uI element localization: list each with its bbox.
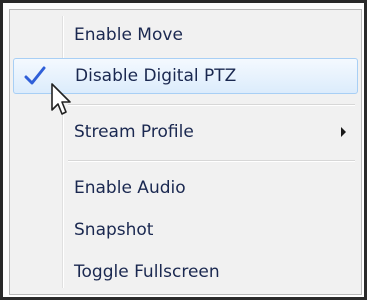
- menu-item-snapshot[interactable]: Snapshot: [13, 212, 358, 248]
- context-menu: Enable Move Disable Digital PTZ Stream P…: [9, 9, 362, 295]
- menu-item-stream-profile[interactable]: Stream Profile: [13, 114, 358, 150]
- menu-item-label: Snapshot: [74, 220, 154, 240]
- submenu-arrow-icon: [341, 127, 346, 137]
- menu-item-enable-audio[interactable]: Enable Audio: [13, 170, 358, 206]
- screenshot-frame: Enable Move Disable Digital PTZ Stream P…: [0, 0, 367, 300]
- menu-item-label: Stream Profile: [74, 122, 194, 142]
- check-icon: [24, 66, 46, 85]
- menu-item-enable-move[interactable]: Enable Move: [13, 17, 358, 53]
- menu-item-label: Enable Move: [74, 25, 183, 45]
- mouse-pointer-icon: [51, 83, 71, 115]
- menu-separator: [68, 104, 355, 106]
- menu-item-label: Toggle Fullscreen: [74, 262, 220, 282]
- menu-item-toggle-fullscreen[interactable]: Toggle Fullscreen: [13, 254, 358, 290]
- menu-separator: [68, 160, 355, 162]
- menu-item-label: Disable Digital PTZ: [75, 66, 237, 86]
- menu-item-label: Enable Audio: [74, 178, 186, 198]
